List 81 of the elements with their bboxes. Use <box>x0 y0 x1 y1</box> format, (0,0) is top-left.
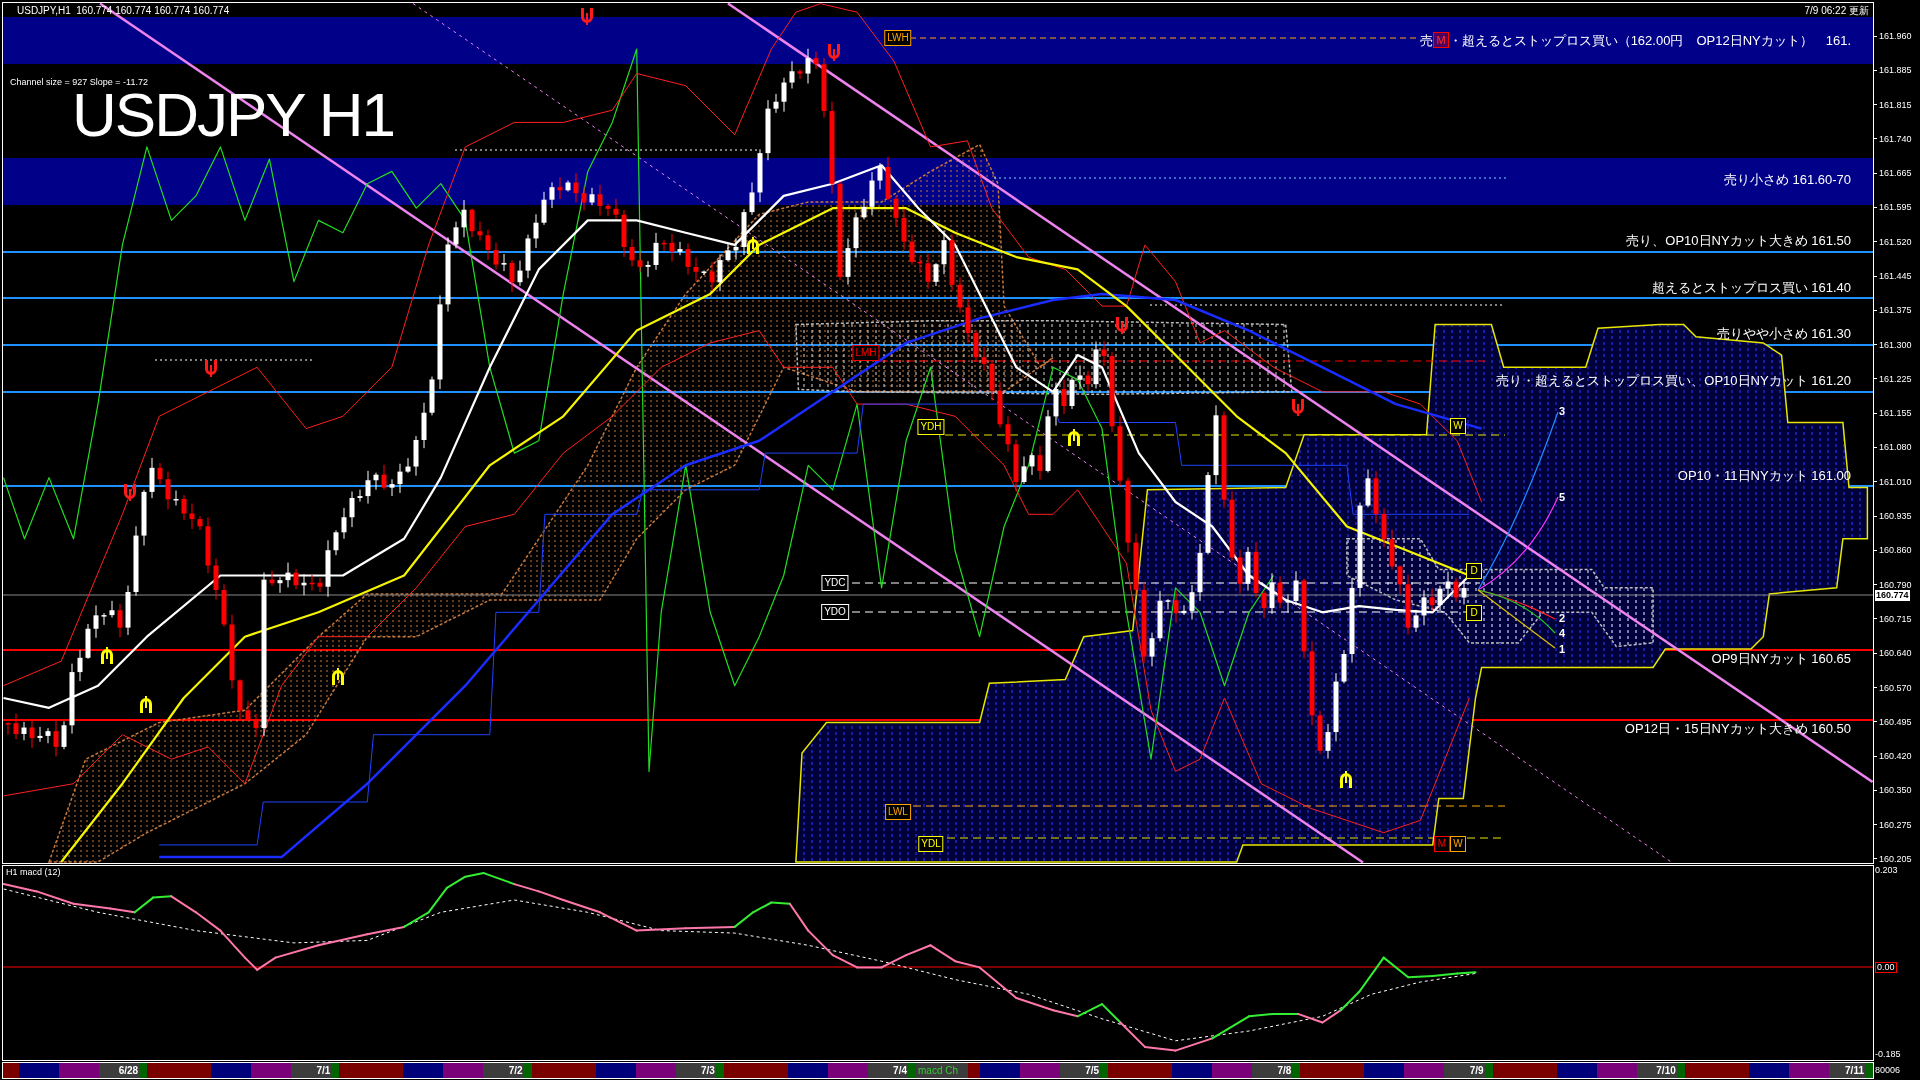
price-tick-label: 161.445 <box>1874 271 1912 281</box>
corner-label: 80006 <box>1875 1065 1901 1076</box>
session-segment <box>251 1063 292 1078</box>
price-tick-label: 161.595 <box>1874 202 1912 213</box>
level-note: 超えるとストップロス買い 161.40 <box>1651 280 1851 295</box>
time-axis-label: 7/9 <box>1444 1063 1493 1078</box>
level-note: 売りやや小さめ 161.30 <box>1716 326 1851 341</box>
current-price-label: 160.774 <box>1875 590 1910 601</box>
price-tick-label: 160.860 <box>1874 545 1912 556</box>
level-tag: YDO <box>821 604 849 620</box>
indicator-tick-label: 0.203 <box>1875 865 1898 876</box>
level-tag: LMH <box>852 345 880 361</box>
price-tick-label: 161.155 <box>1874 408 1912 419</box>
session-segment <box>827 1063 868 1078</box>
level-note: ・超えるとストップロス買い（162.00円 OP12日NYカット） 161. <box>1448 32 1851 48</box>
price-tick-label: 160.350 <box>1874 785 1912 796</box>
price-tick-label: 160.420 <box>1874 751 1912 762</box>
session-segment <box>635 1063 676 1078</box>
session-segment <box>1212 1063 1253 1078</box>
level-tag: W <box>1450 836 1466 852</box>
price-tick-label: 161.520 <box>1874 236 1912 247</box>
level-note: 売り、OP10日NYカット大きめ 161.50 <box>1626 233 1851 248</box>
price-tick-label: 161.375 <box>1874 305 1912 316</box>
price-tick-label: 161.300 <box>1874 339 1912 350</box>
time-axis-label: 7/2 <box>483 1063 532 1078</box>
session-segment <box>1788 1063 1829 1078</box>
price-tick-label: 160.570 <box>1874 682 1912 693</box>
time-axis-label: 7/1 <box>291 1063 340 1078</box>
price-tick-label: 161.010 <box>1874 476 1912 487</box>
period-label: M <box>1433 32 1449 48</box>
projection-label: 3 <box>1558 404 1566 418</box>
level-tag: YDL <box>918 836 944 852</box>
indicator-tick-label: 0.00 <box>1875 962 1897 973</box>
overlay-text: macd Ch <box>916 1063 968 1078</box>
time-axis-label: 7/3 <box>675 1063 724 1078</box>
level-tag: LWH <box>884 30 912 46</box>
session-segment <box>443 1063 484 1078</box>
update-time-text: 7/9 06:22 更新 <box>1804 5 1869 17</box>
projection-label: 4 <box>1558 626 1566 640</box>
session-segment <box>59 1063 99 1078</box>
time-axis-label: 6/28 <box>99 1063 148 1078</box>
indicator-tick-label: -0.185 <box>1875 1049 1901 1060</box>
level-tag: D <box>1466 605 1482 621</box>
price-tick-label: 160.275 <box>1874 819 1912 830</box>
level-note: OP12日・15日NYカット大きめ 160.50 <box>1624 721 1851 736</box>
price-tick-label: 160.495 <box>1874 716 1912 727</box>
price-tick-label: 160.715 <box>1874 613 1912 624</box>
level-note: 売り・超えるとストップロス買い、OP10日NYカット 161.20 <box>1496 373 1851 388</box>
time-axis-label: 7/11 <box>1828 1063 1873 1078</box>
price-tick-label: 161.885 <box>1874 65 1912 76</box>
time-axis-label: 7/4 <box>867 1063 916 1078</box>
session-segment <box>1020 1063 1060 1078</box>
price-tick-label: 161.740 <box>1874 133 1912 144</box>
symbol-quote-text: USDJPY,H1 160.774 160.774 160.774 160.774 <box>17 5 230 17</box>
level-tag: LWL <box>885 804 911 820</box>
price-tick-label: 161.960 <box>1874 31 1912 41</box>
price-tick-label: 161.665 <box>1874 168 1912 179</box>
price-tick-label: 161.080 <box>1874 442 1912 453</box>
session-segment <box>1404 1063 1445 1078</box>
level-tag: YDC <box>821 575 849 591</box>
time-axis-label: 7/8 <box>1252 1063 1301 1078</box>
price-tick-label: 161.815 <box>1874 99 1912 110</box>
level-tag: D <box>1466 563 1482 579</box>
session-segment <box>1596 1063 1637 1078</box>
time-axis-label: 7/5 <box>1060 1063 1109 1078</box>
level-tag: YDH <box>917 419 945 435</box>
projection-label: 1 <box>1558 642 1566 656</box>
level-tag: W <box>1450 418 1466 434</box>
price-tick-label: 160.640 <box>1874 648 1912 659</box>
price-tick-label: 160.205 <box>1874 853 1912 864</box>
indicator-title: H1 macd (12) <box>6 867 61 878</box>
projection-label: 2 <box>1558 611 1566 625</box>
level-note: OP9日NYカット 160.65 <box>1711 651 1851 666</box>
projection-label: 5 <box>1558 490 1566 504</box>
level-note: 売 <box>1420 32 1434 48</box>
price-tick-label: 160.790 <box>1874 579 1912 590</box>
price-tick-label: 161.225 <box>1874 373 1912 384</box>
time-axis-label: 7/10 <box>1636 1063 1685 1078</box>
level-note: 売り小さめ 161.60-70 <box>1723 172 1851 187</box>
level-tag: M <box>1434 836 1450 852</box>
price-tick-label: 160.935 <box>1874 511 1912 522</box>
